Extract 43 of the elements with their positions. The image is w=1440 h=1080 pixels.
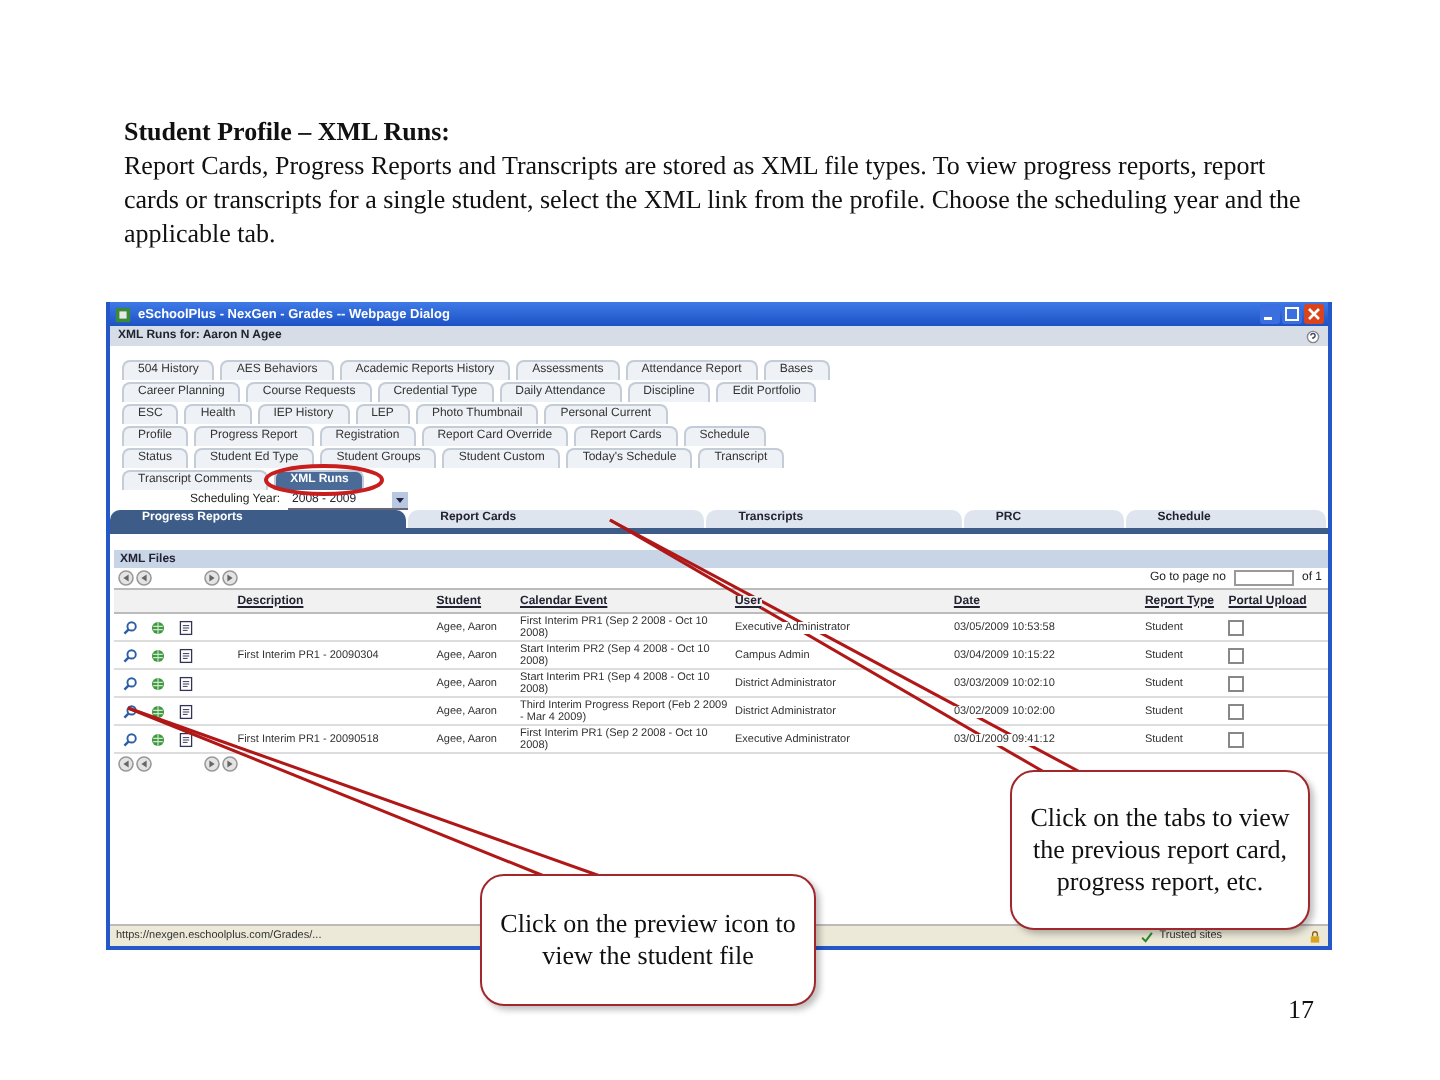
portal-upload-checkbox[interactable] bbox=[1228, 619, 1245, 635]
next-page-button[interactable] bbox=[204, 756, 220, 772]
previous-page-button[interactable] bbox=[136, 756, 152, 772]
page-number: 17 bbox=[1288, 994, 1314, 1026]
portal-upload-checkbox[interactable] bbox=[1228, 731, 1245, 747]
globe-icon[interactable] bbox=[150, 647, 166, 663]
globe-icon[interactable] bbox=[150, 731, 166, 747]
caret-icon[interactable] bbox=[392, 491, 409, 507]
globe-icon[interactable] bbox=[150, 675, 166, 691]
last-page-button[interactable] bbox=[222, 756, 238, 772]
document-icon[interactable] bbox=[178, 703, 194, 719]
highlight-ellipse bbox=[264, 464, 384, 496]
preview-icon[interactable] bbox=[122, 619, 138, 635]
callout-text: Click on the preview icon to view the student file bbox=[498, 908, 798, 972]
portal-upload-checkbox[interactable] bbox=[1228, 675, 1245, 691]
portal-upload-checkbox[interactable] bbox=[1228, 647, 1245, 663]
document-icon[interactable] bbox=[178, 675, 194, 691]
document-icon[interactable] bbox=[178, 731, 194, 747]
instruction-paragraph: Report Cards, Progress Reports and Transcripts are stored as XML file types. To view progress reports, report cards or transcripts for a single student, select the XML link from the profile. Choose the scheduling year and the applicable tab. bbox=[124, 148, 1303, 250]
checkmark-icon bbox=[1139, 929, 1154, 943]
maximize-icon[interactable] bbox=[1282, 304, 1302, 324]
slide-heading: Student Profile – XML Runs: bbox=[124, 114, 452, 148]
preview-icon[interactable] bbox=[122, 731, 138, 747]
first-page-button[interactable] bbox=[118, 756, 134, 772]
preview-icon[interactable] bbox=[122, 703, 138, 719]
first-page-button[interactable] bbox=[118, 570, 134, 586]
app-icon bbox=[114, 305, 132, 323]
last-page-button[interactable] bbox=[222, 570, 238, 586]
help-icon[interactable] bbox=[1306, 329, 1320, 343]
close-icon[interactable] bbox=[1304, 304, 1324, 324]
preview-icon[interactable] bbox=[122, 647, 138, 663]
page-number-field[interactable] bbox=[1233, 570, 1294, 586]
portal-upload-checkbox[interactable] bbox=[1228, 703, 1245, 719]
document-icon[interactable] bbox=[178, 619, 194, 635]
globe-icon[interactable] bbox=[150, 703, 166, 719]
lock-icon bbox=[1308, 929, 1322, 943]
next-page-button[interactable] bbox=[204, 570, 220, 586]
previous-page-button[interactable] bbox=[136, 570, 152, 586]
minimize-icon[interactable] bbox=[1260, 304, 1280, 324]
preview-icon[interactable] bbox=[122, 675, 138, 691]
globe-icon[interactable] bbox=[150, 619, 166, 635]
callout-text: Click on the tabs to view the previous report card, progress report, etc. bbox=[1028, 802, 1292, 898]
document-icon[interactable] bbox=[178, 647, 194, 663]
